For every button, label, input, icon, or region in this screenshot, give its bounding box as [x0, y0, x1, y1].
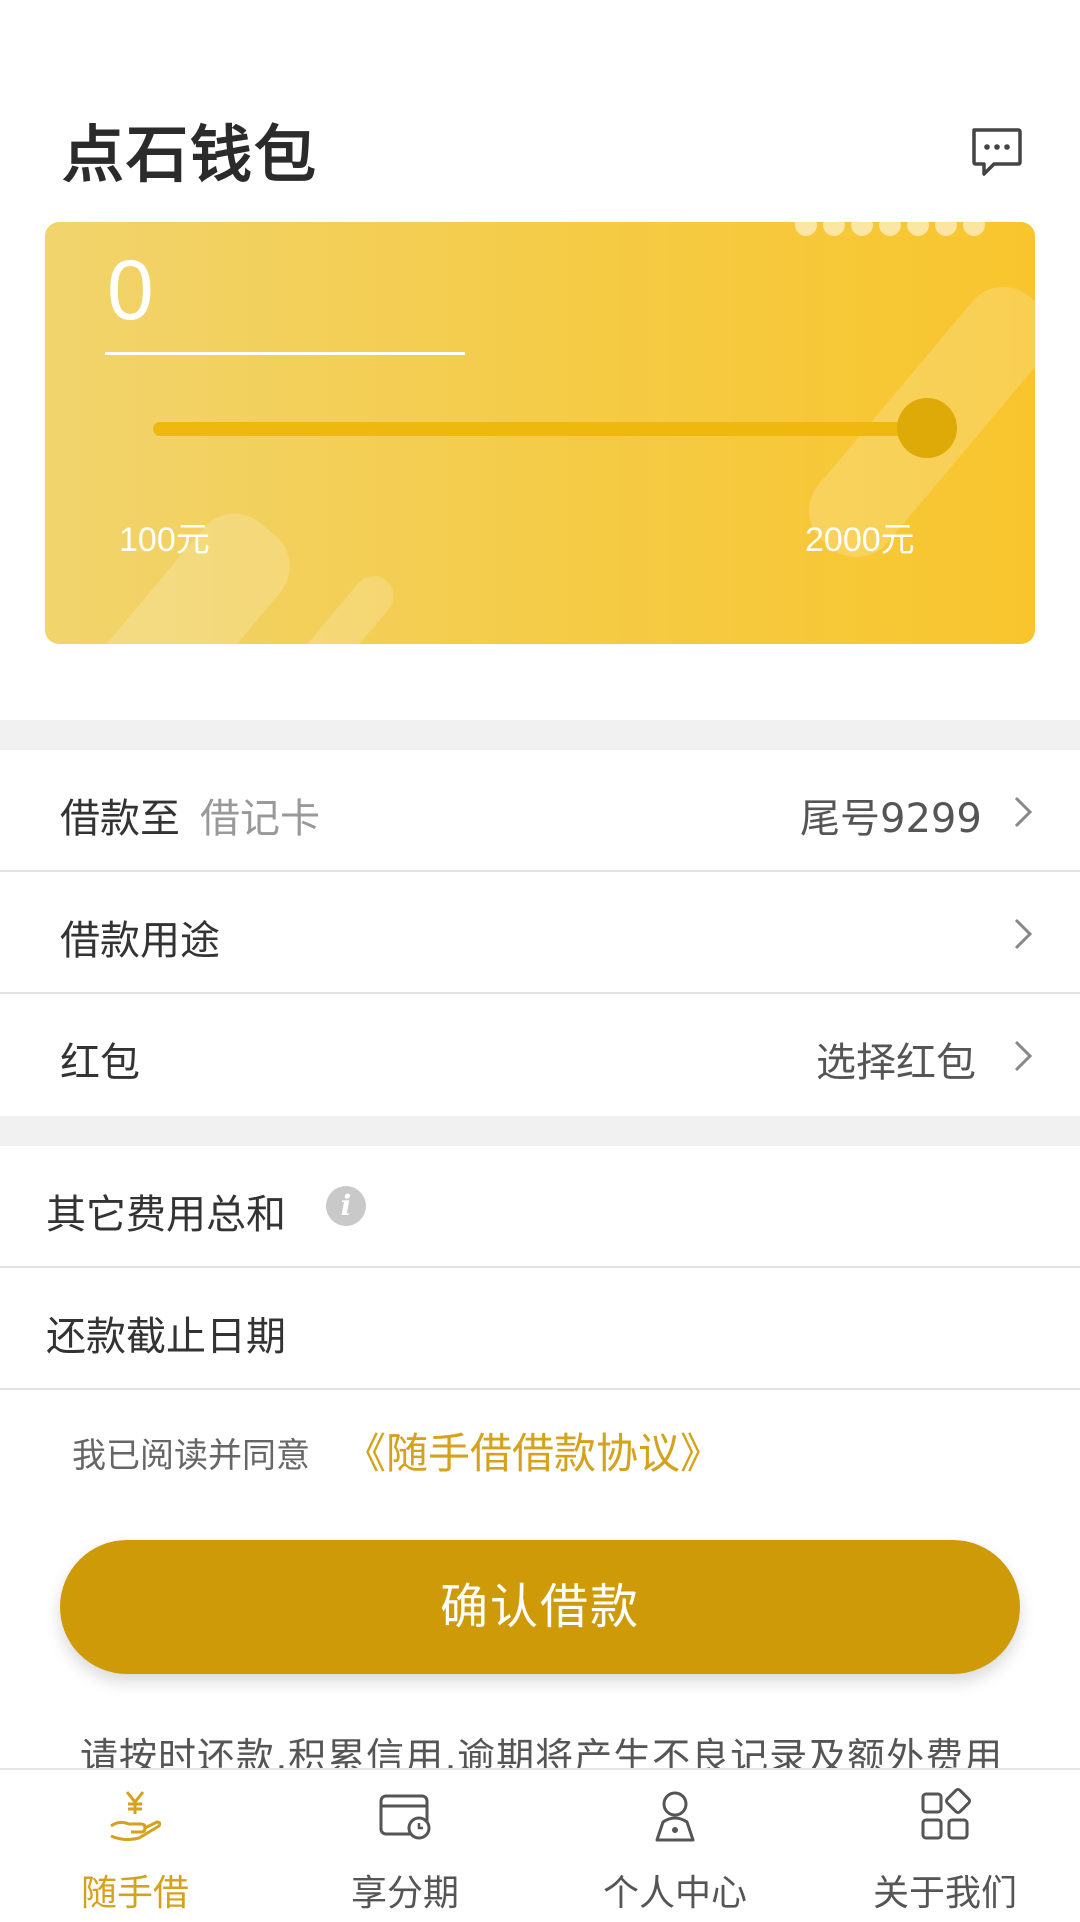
red-packet-row[interactable]: 红包 选择红包: [0, 994, 1080, 1114]
other-fees-row: 其它费用总和 i: [0, 1146, 1080, 1268]
tab-label: 个人中心: [602, 1873, 747, 1914]
card-dots: [795, 222, 985, 236]
card-decoration: [268, 567, 402, 644]
apps-grid-icon: [921, 1788, 971, 1840]
loan-purpose-row[interactable]: 借款用途: [0, 872, 1080, 994]
loan-agreement-link[interactable]: 《随手借借款协议》: [344, 1420, 722, 1481]
bank-card-row[interactable]: 借款至 借记卡 尾号9299: [0, 750, 1080, 872]
chevron-right-icon: [1014, 1040, 1033, 1072]
slider-min-label: 100元: [119, 521, 210, 559]
user-icon: [655, 1791, 695, 1842]
hand-yen-icon: [110, 1791, 162, 1842]
tab-about[interactable]: 关于我们: [810, 1770, 1080, 1922]
amount-slider-handle[interactable]: [897, 398, 957, 458]
tab-label: 享分期: [350, 1873, 459, 1914]
page-title: 点石钱包: [62, 118, 319, 191]
message-button[interactable]: [968, 124, 1024, 180]
due-date-row: 还款截止日期: [0, 1268, 1080, 1390]
chevron-right-icon: [1014, 918, 1033, 950]
tab-borrow[interactable]: 随手借: [0, 1770, 270, 1922]
wallet-clock-icon: [379, 1794, 431, 1840]
tab-label: 关于我们: [872, 1873, 1017, 1914]
section-divider: [0, 1116, 1080, 1146]
redpacket-row-label: 红包: [60, 1040, 140, 1086]
tab-installment[interactable]: 享分期: [270, 1770, 540, 1922]
bank-row-sub: 借记卡: [200, 796, 320, 842]
due-date-label: 还款截止日期: [46, 1314, 286, 1360]
confirm-loan-button[interactable]: 确认借款: [60, 1540, 1020, 1674]
fees-row-label: 其它费用总和: [46, 1192, 286, 1238]
slider-max-label: 2000元: [805, 521, 915, 559]
chevron-right-icon: [1014, 796, 1033, 828]
amount-underline: [105, 352, 465, 355]
loan-amount-card: 0 100元 2000元: [45, 222, 1035, 644]
agreement-text: 我已阅读并同意: [72, 1436, 310, 1476]
section-divider: [0, 720, 1080, 750]
select-red-packet: 选择红包: [816, 1040, 976, 1086]
bank-row-label: 借款至: [60, 796, 180, 842]
message-icon: [972, 128, 1022, 176]
tab-label: 随手借: [80, 1873, 189, 1914]
purpose-row-label: 借款用途: [60, 918, 220, 964]
loan-amount-input[interactable]: 0: [107, 242, 154, 339]
info-icon[interactable]: i: [326, 1186, 366, 1226]
bank-card-tail: 尾号9299: [800, 796, 982, 842]
bottom-tab-bar: 随手借 享分期 个人中心 关于我们: [0, 1768, 1080, 1922]
amount-slider-track[interactable]: [153, 422, 933, 436]
tab-profile[interactable]: 个人中心: [540, 1770, 810, 1922]
